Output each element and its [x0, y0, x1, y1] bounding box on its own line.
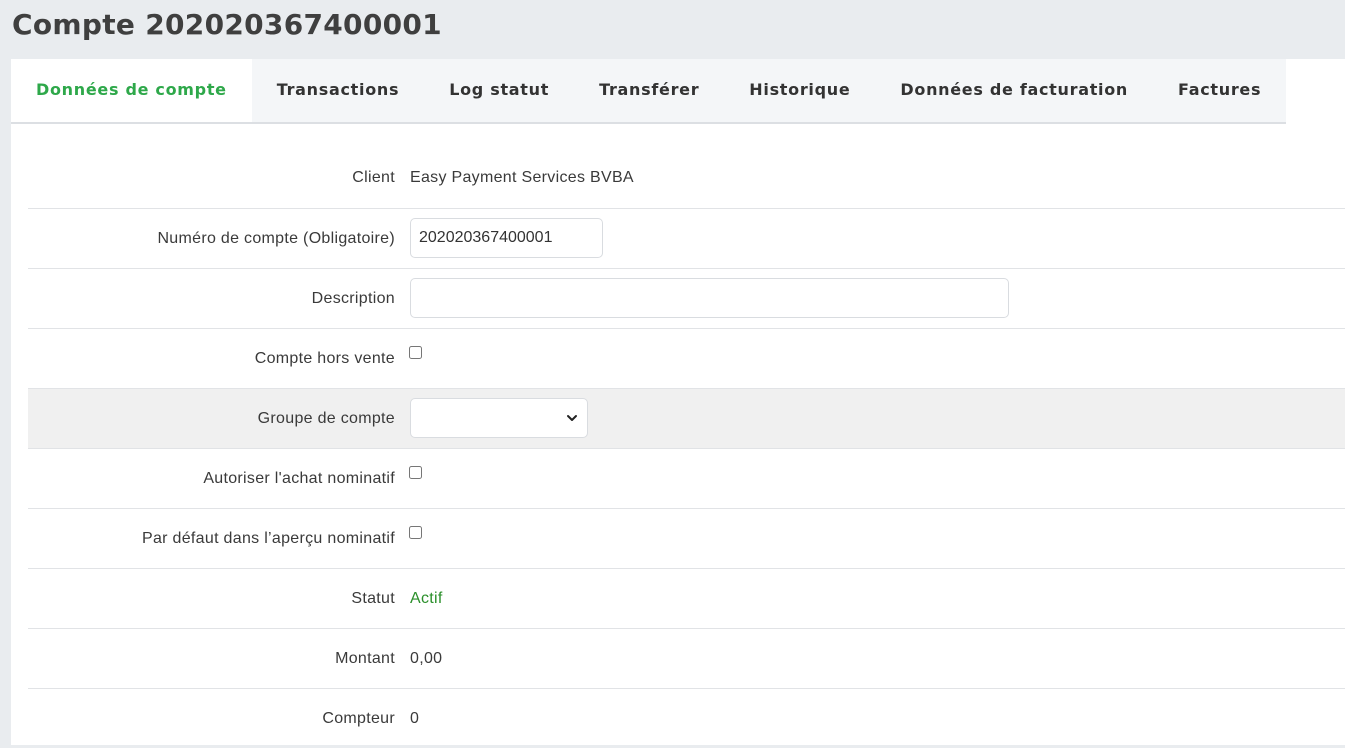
account-number-label: Numéro de compte (Obligatoire) [157, 230, 395, 247]
status-label: Statut [351, 590, 395, 607]
form-row-amount: Montant 0,00 [28, 628, 1345, 688]
tab-transactions[interactable]: Transactions [252, 59, 424, 122]
account-group-label: Groupe de compte [257, 410, 395, 427]
form-row-description: Description [28, 268, 1345, 328]
account-form: Client Easy Payment Services BVBA Numéro… [28, 148, 1345, 748]
form-row-not-for-sale: Compte hors vente [28, 328, 1345, 388]
form-row-status: Statut Actif [28, 568, 1345, 628]
tab-invoices[interactable]: Factures [1153, 59, 1286, 122]
tab-history[interactable]: Historique [724, 59, 875, 122]
tab-billing-data[interactable]: Données de facturation [875, 59, 1153, 122]
counter-label: Compteur [322, 710, 395, 727]
not-for-sale-checkbox[interactable] [409, 346, 422, 359]
form-row-default-nominative: Par défaut dans l’aperçu nominatif [28, 508, 1345, 568]
client-label: Client [352, 169, 395, 186]
status-value: Actif [410, 590, 443, 607]
form-row-account-number: Numéro de compte (Obligatoire) [28, 208, 1345, 268]
form-row-account-group: Groupe de compte [28, 388, 1345, 448]
allow-nominative-label: Autoriser l'achat nominatif [203, 470, 395, 487]
account-number-input[interactable] [410, 218, 603, 258]
tab-account-data[interactable]: Données de compte [11, 59, 252, 122]
description-label: Description [311, 290, 395, 307]
amount-value: 0,00 [410, 650, 443, 667]
tab-transfer[interactable]: Transférer [574, 59, 724, 122]
amount-label: Montant [335, 650, 395, 667]
allow-nominative-checkbox[interactable] [409, 466, 422, 479]
form-row-counter: Compteur 0 [28, 688, 1345, 748]
form-row-client: Client Easy Payment Services BVBA [28, 148, 1345, 208]
client-value: Easy Payment Services BVBA [410, 169, 634, 186]
not-for-sale-label: Compte hors vente [254, 350, 395, 367]
tab-status-log[interactable]: Log statut [424, 59, 574, 122]
account-group-select[interactable] [410, 398, 588, 438]
tab-bar: Données de compte Transactions Log statu… [11, 59, 1286, 124]
description-input[interactable] [410, 278, 1009, 318]
account-panel: Données de compte Transactions Log statu… [11, 59, 1345, 745]
form-row-allow-nominative: Autoriser l'achat nominatif [28, 448, 1345, 508]
default-nominative-checkbox[interactable] [409, 526, 422, 539]
page-title: Compte 202020367400001 [12, 8, 442, 41]
chevron-down-icon [567, 415, 577, 421]
counter-value: 0 [410, 710, 420, 727]
default-nominative-label: Par défaut dans l’aperçu nominatif [141, 530, 395, 547]
